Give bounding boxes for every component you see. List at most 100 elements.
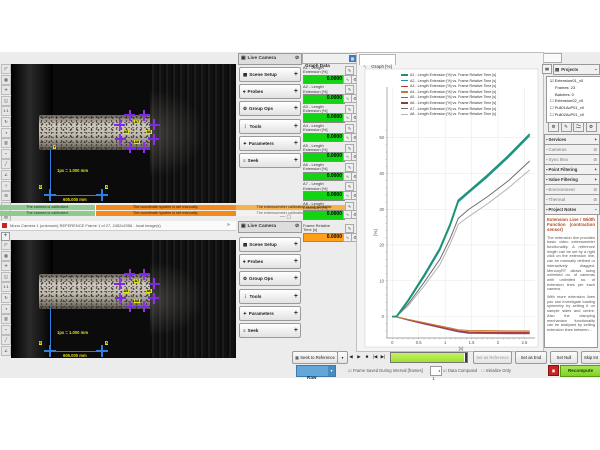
angle-tool-icon[interactable]: ∠ bbox=[1, 346, 11, 356]
interval-spinner[interactable]: 1 ⬍ bbox=[430, 366, 442, 376]
expand-plus-icon[interactable]: + bbox=[294, 154, 298, 167]
playback-prev-button[interactable]: ◀ bbox=[348, 351, 354, 362]
accordion-item-probes[interactable]: ⌖Probes+ bbox=[239, 84, 301, 99]
tree-item[interactable]: Batches: 0 bbox=[548, 92, 600, 99]
accordion-item-seek[interactable]: ≡Seek+ bbox=[239, 153, 301, 168]
zoom-fit-icon[interactable]: ◱ bbox=[1, 272, 11, 282]
histogram-icon[interactable]: ▥ bbox=[1, 314, 11, 324]
tracking-point-marker[interactable] bbox=[138, 301, 149, 312]
expand-plus-icon[interactable]: + bbox=[294, 255, 298, 268]
button-set-as-end[interactable]: Set as End bbox=[515, 351, 547, 364]
section-state-icon[interactable]: ⊘ bbox=[593, 155, 597, 164]
expand-plus-icon[interactable]: + bbox=[294, 102, 298, 115]
tree-item[interactable]: Frames: 23 bbox=[548, 85, 600, 92]
select-region-icon[interactable]: ▦ bbox=[1, 251, 11, 261]
tracking-point-marker[interactable] bbox=[139, 110, 150, 121]
settings-icon[interactable]: ⚙ bbox=[548, 122, 559, 132]
data-computed-checkbox[interactable]: ☑ Data Computed bbox=[443, 365, 477, 376]
collapse-icon[interactable]: » bbox=[227, 221, 230, 230]
tree-item[interactable]: ☑ Extension01_v0 bbox=[548, 78, 600, 85]
record-compute-icon[interactable]: ▣ bbox=[548, 365, 559, 376]
open-folder-icon[interactable]: 🗀 bbox=[573, 122, 584, 132]
zoom-fit-icon[interactable]: ◱ bbox=[1, 96, 11, 106]
edit-icon[interactable]: ✎ bbox=[561, 122, 572, 132]
collapse-minus-icon[interactable]: − bbox=[594, 65, 597, 74]
ruler-icon[interactable]: ⌁ bbox=[1, 325, 11, 335]
tracking-point-marker[interactable] bbox=[148, 134, 159, 145]
add-view-button[interactable]: + bbox=[1, 232, 10, 241]
tracking-point-marker[interactable] bbox=[138, 142, 149, 153]
expand-plus-icon[interactable]: + bbox=[294, 272, 298, 285]
tracking-point-marker[interactable] bbox=[148, 293, 159, 304]
zoom-1to1-icon[interactable]: 1:1 bbox=[1, 106, 11, 116]
angle-tool-icon[interactable]: ∠ bbox=[1, 170, 11, 180]
button-skip-int[interactable]: Skip Int bbox=[581, 351, 600, 364]
expand-plus-icon[interactable]: + bbox=[294, 137, 298, 150]
camera-view-2[interactable]: A7A5A6A8 0 X 1px = 1.000 mm 605.000 mm bbox=[11, 240, 236, 358]
expand-plus-icon[interactable]: + bbox=[294, 120, 298, 133]
grid-icon[interactable]: ⊞ bbox=[1, 191, 11, 201]
section-state-icon[interactable]: ⊘ bbox=[593, 185, 597, 194]
playback-play-button[interactable]: ▶ bbox=[356, 351, 362, 362]
seek-options-dropdown[interactable]: ▾ bbox=[337, 351, 348, 364]
rotate-icon[interactable]: ↻ bbox=[1, 293, 11, 303]
tracking-point-marker[interactable] bbox=[139, 269, 150, 280]
line-tool-icon[interactable]: ╱ bbox=[1, 159, 11, 169]
expand-plus-icon[interactable]: + bbox=[294, 238, 298, 251]
accordion-item-seek[interactable]: ≡Seek+ bbox=[239, 323, 301, 338]
tree-item[interactable]: ☐ Pull01AcP01_v0 bbox=[548, 105, 600, 112]
graph-settings-icon[interactable]: ▦ bbox=[349, 55, 356, 62]
detach-icon[interactable]: ⊘ bbox=[295, 222, 299, 232]
accordion-item-parameters[interactable]: ✦Parameters+ bbox=[239, 306, 301, 321]
section-state-icon[interactable]: ⊘ bbox=[593, 145, 597, 154]
expand-plus-icon[interactable]: + bbox=[294, 324, 298, 337]
interval-checkbox[interactable]: ☑ Frame Saved During Interval [frames] bbox=[348, 365, 423, 376]
section-state-icon[interactable]: ⊘ bbox=[593, 195, 597, 204]
recompute-button[interactable]: Recompute bbox=[560, 365, 600, 377]
data-mode-select[interactable]: Raw ▾ bbox=[296, 365, 336, 377]
origin-crosshair[interactable] bbox=[44, 345, 56, 357]
expand-plus-icon[interactable]: + bbox=[294, 85, 298, 98]
pan-icon[interactable]: ✛ bbox=[1, 261, 11, 271]
line-tool-icon[interactable]: ╱ bbox=[1, 335, 11, 345]
section-state-icon[interactable]: + bbox=[594, 135, 597, 144]
seek-to-reference-button[interactable]: ▦ Seek to Reference bbox=[292, 351, 338, 364]
chevron-down-icon[interactable]: ▾ bbox=[328, 366, 335, 376]
zoom-1to1-icon[interactable]: 1:1 bbox=[1, 282, 11, 292]
pointer-icon[interactable]: ◸ bbox=[1, 240, 11, 250]
point-tool-icon[interactable]: ⊹ bbox=[1, 181, 11, 191]
tree-item[interactable]: ☐ Extension02_v0 bbox=[548, 98, 600, 105]
pause-button[interactable]: ▮▮ bbox=[542, 64, 552, 74]
initialize-only-checkbox[interactable]: ☐ Initialize Only bbox=[481, 365, 511, 376]
tracking-point-marker[interactable] bbox=[149, 278, 160, 289]
frame-slider[interactable] bbox=[390, 352, 468, 363]
live-camera-header-1[interactable]: ▣Live Camera⊘ bbox=[238, 53, 302, 65]
playback-stop-button[interactable]: ■ bbox=[364, 351, 370, 362]
accordion-item-tools[interactable]: ⋮Tools+ bbox=[239, 119, 301, 134]
slider-handle[interactable] bbox=[465, 353, 468, 362]
expand-plus-icon[interactable]: + bbox=[294, 68, 298, 81]
section-state-icon[interactable]: + bbox=[594, 175, 597, 184]
contrast-icon[interactable]: ◑ bbox=[1, 304, 11, 314]
accordion-item-group-ops[interactable]: ⚙Group Ops+ bbox=[239, 271, 301, 286]
section-state-icon[interactable]: + bbox=[594, 165, 597, 174]
tracking-point-marker[interactable] bbox=[149, 119, 160, 130]
select-region-icon[interactable]: ▦ bbox=[1, 75, 11, 85]
tracking-point-marker[interactable] bbox=[114, 119, 125, 130]
spinner-arrows-icon[interactable]: ⬍ bbox=[438, 367, 441, 375]
rotate-icon[interactable]: ↻ bbox=[1, 117, 11, 127]
accordion-item-group-ops[interactable]: ⚙Group Ops+ bbox=[239, 101, 301, 116]
detach-icon[interactable]: ⊘ bbox=[295, 54, 299, 64]
live-camera-header-2[interactable]: ▣Live Camera⊘ bbox=[238, 221, 302, 233]
accordion-item-tools[interactable]: ⋮Tools+ bbox=[239, 289, 301, 304]
accordion-item-scene-setup[interactable]: ▦Scene Setup+ bbox=[239, 67, 301, 82]
tracking-point-marker[interactable] bbox=[114, 278, 125, 289]
graph-tab[interactable]: ∿ Graph [%] bbox=[359, 54, 396, 65]
histogram-icon[interactable]: ▥ bbox=[1, 138, 11, 148]
accordion-item-probes[interactable]: ⌖Probes+ bbox=[239, 254, 301, 269]
window-controls[interactable]: — ▢ bbox=[280, 214, 300, 220]
accordion-item-scene-setup[interactable]: ▦Scene Setup+ bbox=[239, 237, 301, 252]
contrast-icon[interactable]: ◑ bbox=[1, 128, 11, 138]
pan-icon[interactable]: ✛ bbox=[1, 85, 11, 95]
playback-last-button[interactable]: ▶| bbox=[380, 351, 386, 362]
